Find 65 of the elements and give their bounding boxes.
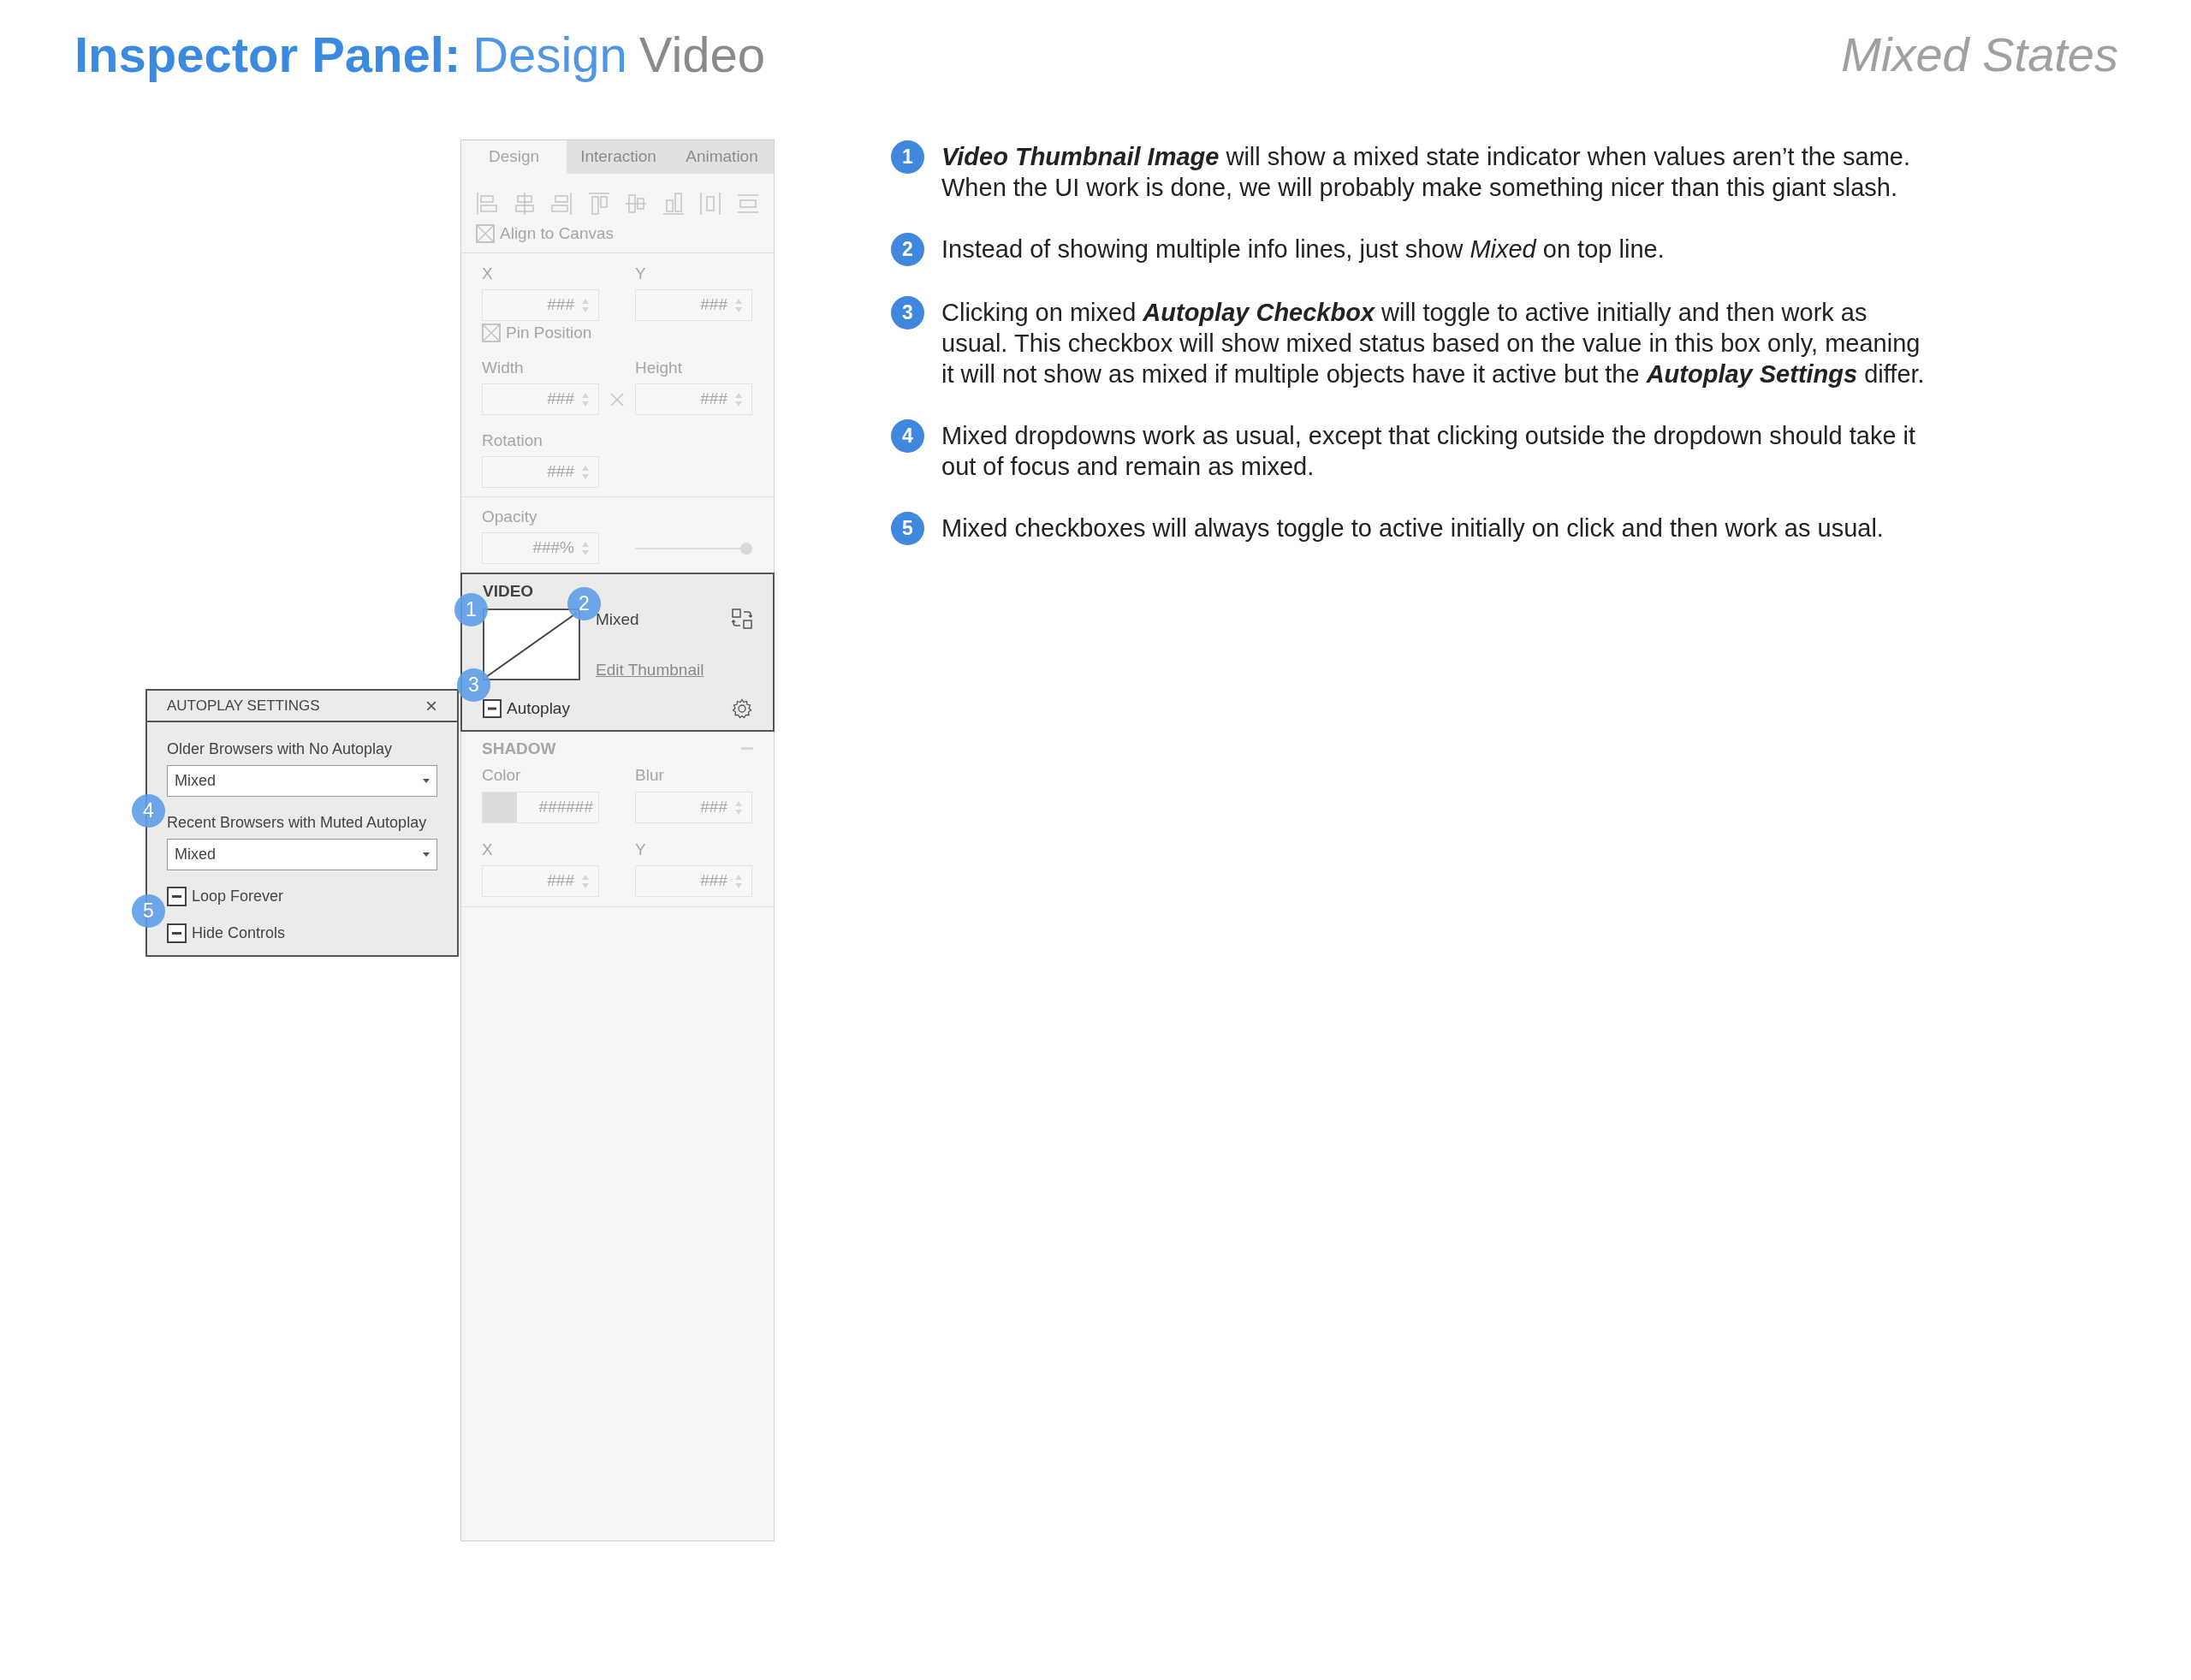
note-number: 4 <box>891 419 924 453</box>
page-title: Inspector Panel: <box>74 26 461 84</box>
field-label: Height <box>635 359 683 377</box>
stepper-icon <box>581 464 590 480</box>
stepper-icon <box>581 391 590 407</box>
note-number: 5 <box>891 512 924 545</box>
stepper-icon <box>734 297 743 313</box>
checkbox[interactable] <box>167 886 187 906</box>
color-swatch <box>483 793 517 822</box>
tab[interactable]: Interaction <box>567 140 670 174</box>
field-label: X <box>482 840 494 859</box>
checkbox-label: Align to Canvas <box>500 223 615 244</box>
note-number: 1 <box>891 140 924 174</box>
page-title-item: Video <box>638 26 766 84</box>
note-text: Mixed dropdowns work as usual, except that clicking outside the dropdown should take it out of focus and remain as mixed. <box>941 421 1917 482</box>
field-label: Opacity <box>482 508 538 526</box>
checkbox-label: Hide Controls <box>192 923 286 943</box>
field-label: Blur <box>635 766 665 785</box>
link-proportions-icon <box>610 392 624 407</box>
caret-icon <box>423 852 430 857</box>
stepper-icon <box>734 799 743 816</box>
checkbox-label: Pin Position <box>506 323 592 343</box>
align-left-icon <box>476 192 498 216</box>
checkbox[interactable] <box>483 699 502 718</box>
field-label: X <box>482 264 494 283</box>
page-subtitle: Mixed States <box>1841 27 2118 83</box>
note-number: 2 <box>891 233 924 266</box>
distribute-vertical-icon <box>736 192 759 216</box>
checkbox[interactable] <box>167 923 187 943</box>
field-label: Color <box>482 766 522 785</box>
stepper-icon <box>734 391 743 407</box>
align-bottom-icon <box>662 192 685 216</box>
field-label: Y <box>635 840 647 859</box>
field-label: Width <box>482 359 525 377</box>
panel-title: AUTOPLAY SETTINGS <box>167 696 320 715</box>
dropdown-label: Recent Browsers with Muted Autoplay <box>167 813 428 832</box>
field-label: Rotation <box>482 431 543 450</box>
stepper-icon <box>581 297 590 313</box>
field-label: Y <box>635 264 647 283</box>
stepper-icon <box>581 540 590 556</box>
page-title-section: Design <box>472 22 627 87</box>
checkbox-label: Loop Forever <box>192 887 284 906</box>
stepper-icon <box>581 873 590 889</box>
dropdown-label: Older Browsers with No Autoplay <box>167 739 394 758</box>
settings-icon[interactable] <box>732 698 752 719</box>
tab[interactable]: Animation <box>670 140 774 174</box>
note-number: 3 <box>891 296 924 329</box>
close-button[interactable]: × <box>425 695 437 716</box>
edit-thumbnail-link[interactable]: Edit Thumbnail <box>596 660 704 680</box>
distribute-horizontal-icon <box>699 192 722 216</box>
align-middle-icon <box>625 192 648 216</box>
stepper-icon <box>734 873 743 889</box>
note-text: Instead of showing multiple info lines, just show Mixed on top line. <box>941 234 1665 264</box>
note-text: Mixed checkboxes will always toggle to active initially on click and then work as usual. <box>941 513 1884 543</box>
note-text: Video Thumbnail Image will show a mixed state indicator when values aren’t the same. When the UI work is done, we will probably make something nicer than this giant slash. <box>941 142 1911 203</box>
align-top-icon <box>587 192 610 216</box>
checkbox-label: Autoplay <box>507 698 570 719</box>
note-text: Clicking on mixed Autoplay Checkbox will toggle to active initially and then work as usual. This checkbox will show mixed status based on the value in this box only, meaning it will not show as mixed if multiple objects have it active but the Autoplay Settings differ. <box>941 298 1926 389</box>
align-right-icon <box>550 192 573 216</box>
dropdown[interactable]: Mixed <box>167 839 437 870</box>
align-center-icon <box>513 192 536 216</box>
section-title: SHADOW <box>482 739 556 758</box>
caret-icon <box>423 779 430 783</box>
swap-icon[interactable] <box>732 608 752 629</box>
dropdown[interactable]: Mixed <box>167 765 437 797</box>
